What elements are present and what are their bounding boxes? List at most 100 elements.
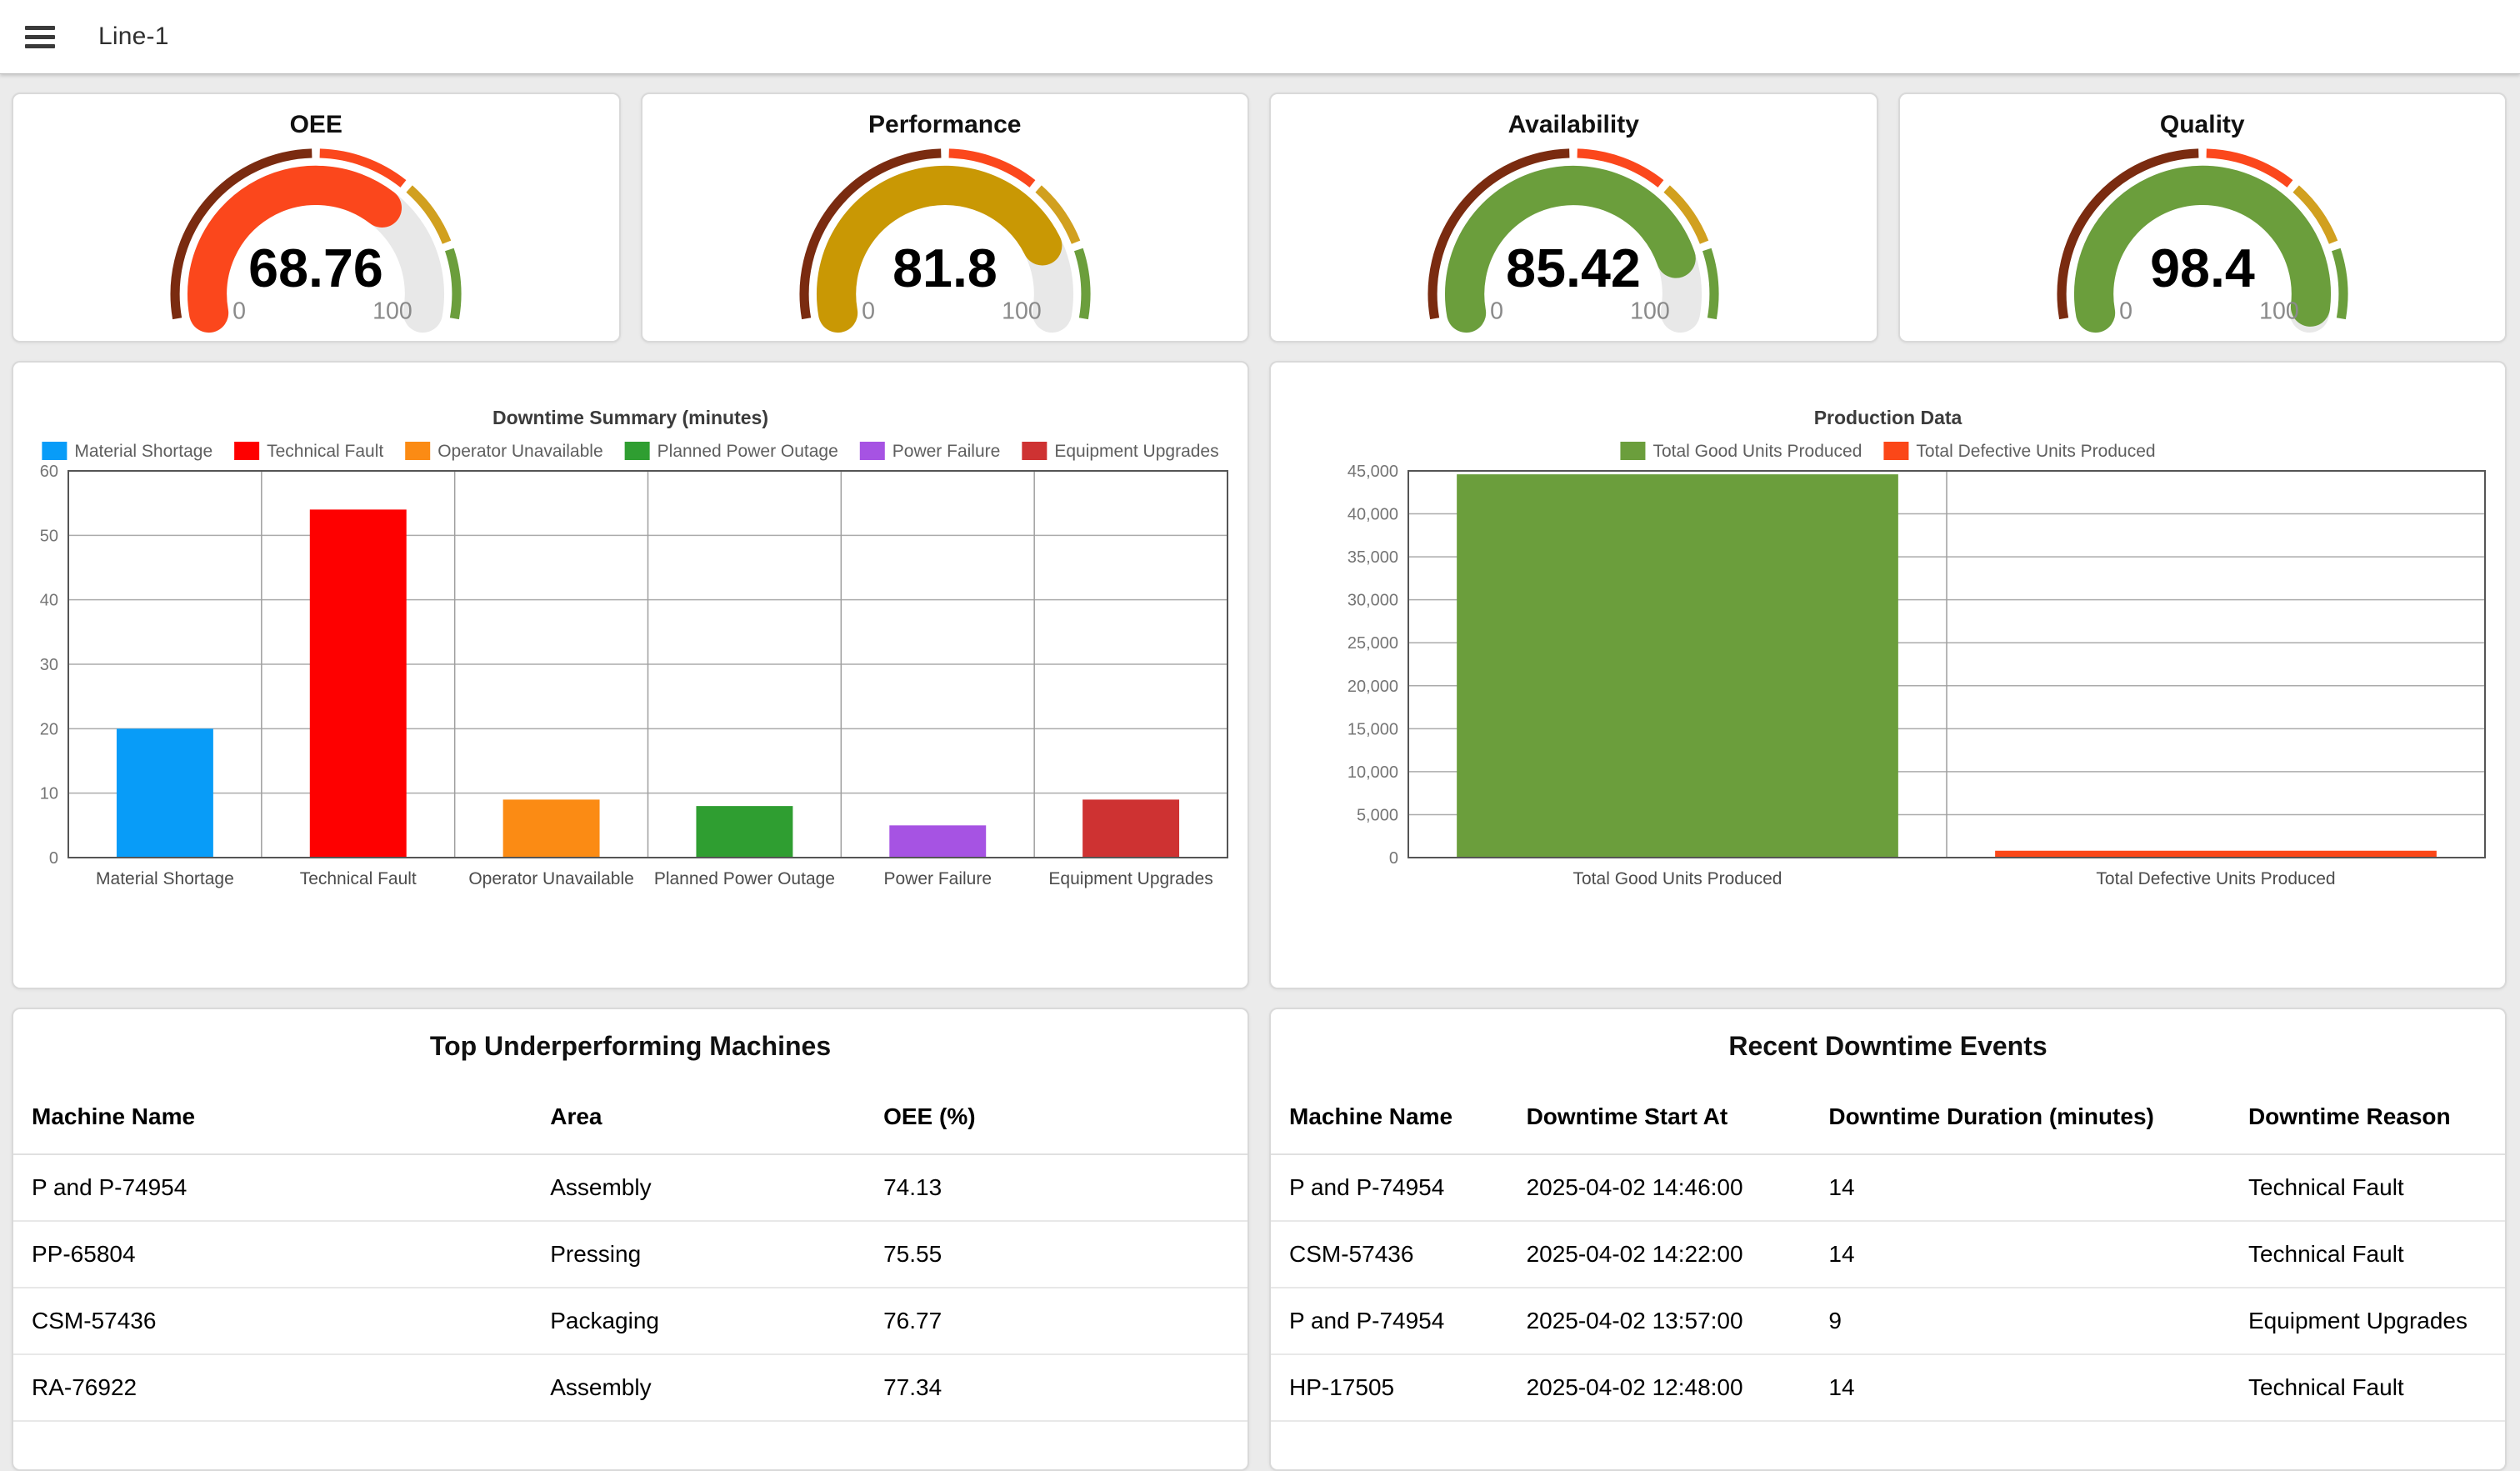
cell-downtime-reason: Technical Fault bbox=[2248, 1221, 2505, 1288]
table-row: Top Underperforming Machines Machine Nam… bbox=[12, 1008, 2507, 1471]
chart-title: Downtime Summary (minutes) bbox=[492, 407, 768, 428]
legend-item: Total Good Units Produced bbox=[1620, 442, 1862, 461]
cell-downtime-duration-minutes: 14 bbox=[1828, 1354, 2248, 1421]
y-tick-label: 45,000 bbox=[1348, 463, 1398, 481]
y-tick-label: 10 bbox=[40, 785, 58, 803]
bar-power-failure[interactable] bbox=[889, 825, 986, 858]
cell-downtime-reason: Technical Fault bbox=[2248, 1354, 2505, 1421]
cell-downtime-start-at: 2025-04-02 13:57:00 bbox=[1527, 1288, 1829, 1354]
gauge-band-segment bbox=[1708, 250, 1715, 319]
legend-label: Operator Unavailable bbox=[438, 442, 602, 461]
table-header-row: Machine NameAreaOEE (%) bbox=[13, 1062, 1248, 1154]
cell-machine-name: P and P-74954 bbox=[1271, 1154, 1527, 1221]
cell-machine-name: CSM-57436 bbox=[1271, 1221, 1527, 1288]
legend-label: Total Good Units Produced bbox=[1652, 442, 1862, 461]
x-category-label: Total Good Units Produced bbox=[1573, 869, 1782, 888]
table-row: RA-76922Assembly77.34 bbox=[13, 1354, 1248, 1421]
legend-swatch bbox=[1022, 442, 1047, 460]
column-header-downtime-start-at: Downtime Start At bbox=[1527, 1062, 1829, 1154]
gauge-band-segment bbox=[450, 250, 458, 319]
y-tick-label: 10,000 bbox=[1348, 763, 1398, 782]
page-title: Line-1 bbox=[98, 23, 169, 51]
legend-swatch bbox=[1883, 442, 1908, 460]
y-tick-label: 0 bbox=[49, 849, 58, 868]
gauge-max-label: 100 bbox=[1630, 298, 1670, 325]
legend-item: Total Defective Units Produced bbox=[1883, 442, 2155, 461]
performance-gauge-chart: 81.80100 bbox=[758, 141, 1132, 338]
column-header-machine-name: Machine Name bbox=[13, 1062, 550, 1154]
legend-swatch bbox=[234, 442, 259, 460]
y-tick-label: 30 bbox=[40, 656, 58, 674]
recent-downtime-events-card: Recent Downtime Events Machine NameDownt… bbox=[1269, 1008, 2507, 1471]
cell-downtime-start-at: 2025-04-02 14:22:00 bbox=[1527, 1221, 1829, 1288]
top-underperforming-machines-table: Machine NameAreaOEE (%)P and P-74954Asse… bbox=[13, 1062, 1248, 1422]
oee-gauge-chart: 68.760100 bbox=[129, 141, 502, 338]
y-tick-label: 40,000 bbox=[1348, 506, 1398, 524]
y-tick-label: 30,000 bbox=[1348, 592, 1398, 610]
legend-label: Power Failure bbox=[892, 442, 1001, 461]
table-row: PP-65804Pressing75.55 bbox=[13, 1221, 1248, 1288]
cell-downtime-start-at: 2025-04-02 12:48:00 bbox=[1527, 1354, 1829, 1421]
cell-machine-name: HP-17505 bbox=[1271, 1354, 1527, 1421]
bar-equipment-upgrades[interactable] bbox=[1082, 799, 1179, 858]
y-tick-label: 20 bbox=[40, 720, 58, 738]
production-data-chart: Production DataTotal Good Units Produced… bbox=[1271, 368, 2505, 984]
y-tick-label: 5,000 bbox=[1357, 806, 1398, 824]
y-tick-label: 15,000 bbox=[1348, 720, 1398, 738]
gauge-min-label: 0 bbox=[2119, 298, 2132, 325]
x-category-label: Equipment Upgrades bbox=[1048, 869, 1212, 888]
table-row: CSM-574362025-04-02 14:22:0014Technical … bbox=[1271, 1221, 2505, 1288]
cell-downtime-reason: Technical Fault bbox=[2248, 1154, 2505, 1221]
gauge-card-oee: OEE 68.760100 bbox=[12, 93, 621, 343]
bar-material-shortage[interactable] bbox=[117, 728, 213, 858]
bar-planned-power-outage[interactable] bbox=[696, 806, 792, 858]
table-row: HP-175052025-04-02 12:48:0014Technical F… bbox=[1271, 1354, 2505, 1421]
bar-total-good-units-produced[interactable] bbox=[1457, 474, 1898, 858]
chart-row: Downtime Summary (minutes) Material Short… bbox=[12, 361, 2507, 989]
downtime-summary-minutes-svg: Downtime Summary (minutes) Material Short… bbox=[13, 368, 1248, 984]
cell-machine-name: P and P-74954 bbox=[1271, 1288, 1527, 1354]
gauge-min-label: 0 bbox=[862, 298, 875, 325]
gauge-title: Performance bbox=[642, 111, 1248, 139]
cell-area: Assembly bbox=[550, 1154, 883, 1221]
recent-downtime-events-table: Machine NameDowntime Start AtDowntime Du… bbox=[1271, 1062, 2505, 1422]
cell-downtime-start-at: 2025-04-02 14:46:00 bbox=[1527, 1154, 1829, 1221]
menu-icon[interactable] bbox=[25, 20, 58, 53]
gauge-card-quality: Quality 98.40100 bbox=[1898, 93, 2508, 343]
bar-total-defective-units-produced[interactable] bbox=[1995, 851, 2437, 858]
legend-label: Technical Fault bbox=[267, 442, 383, 461]
cell-area: Assembly bbox=[550, 1354, 883, 1421]
legend-swatch bbox=[625, 442, 650, 460]
legend-label: Equipment Upgrades bbox=[1054, 442, 1218, 461]
bar-operator-unavailable[interactable] bbox=[503, 799, 600, 858]
gauge-card-availability: Availability 85.420100 bbox=[1269, 93, 1878, 343]
legend-item: Material Shortage bbox=[42, 442, 212, 461]
gauge-value: 85.42 bbox=[1506, 238, 1641, 298]
table-header-row: Machine NameDowntime Start AtDowntime Du… bbox=[1271, 1062, 2505, 1154]
table-title: Recent Downtime Events bbox=[1271, 1031, 2505, 1062]
cell-machine-name: P and P-74954 bbox=[13, 1154, 550, 1221]
legend-item: Technical Fault bbox=[234, 442, 383, 461]
gauge-band-segment bbox=[1078, 250, 1086, 319]
bar-technical-fault[interactable] bbox=[310, 509, 407, 858]
y-tick-label: 40 bbox=[40, 592, 58, 610]
cell-downtime-duration-minutes: 14 bbox=[1828, 1221, 2248, 1288]
production-data-svg: Production DataTotal Good Units Produced… bbox=[1271, 368, 2505, 984]
column-header-machine-name: Machine Name bbox=[1271, 1062, 1527, 1154]
cell-machine-name: RA-76922 bbox=[13, 1354, 550, 1421]
legend-item: Equipment Upgrades bbox=[1022, 442, 1218, 461]
gauge-max-label: 100 bbox=[1002, 298, 1042, 325]
cell-machine-name: PP-65804 bbox=[13, 1221, 550, 1288]
y-tick-label: 35,000 bbox=[1348, 548, 1398, 567]
x-category-label: Power Failure bbox=[883, 869, 992, 888]
table-row: P and P-74954Assembly74.13 bbox=[13, 1154, 1248, 1221]
legend-item: Power Failure bbox=[860, 442, 1001, 461]
gauge-band-segment bbox=[2336, 250, 2343, 319]
legend-label: Planned Power Outage bbox=[658, 442, 838, 461]
gauge-min-label: 0 bbox=[232, 298, 246, 325]
column-header-area: Area bbox=[550, 1062, 883, 1154]
cell-oee: 74.13 bbox=[883, 1154, 1248, 1221]
availability-gauge-chart: 85.420100 bbox=[1387, 141, 1760, 338]
legend-swatch bbox=[405, 442, 430, 460]
production-data-card: Production DataTotal Good Units Produced… bbox=[1269, 361, 2507, 989]
